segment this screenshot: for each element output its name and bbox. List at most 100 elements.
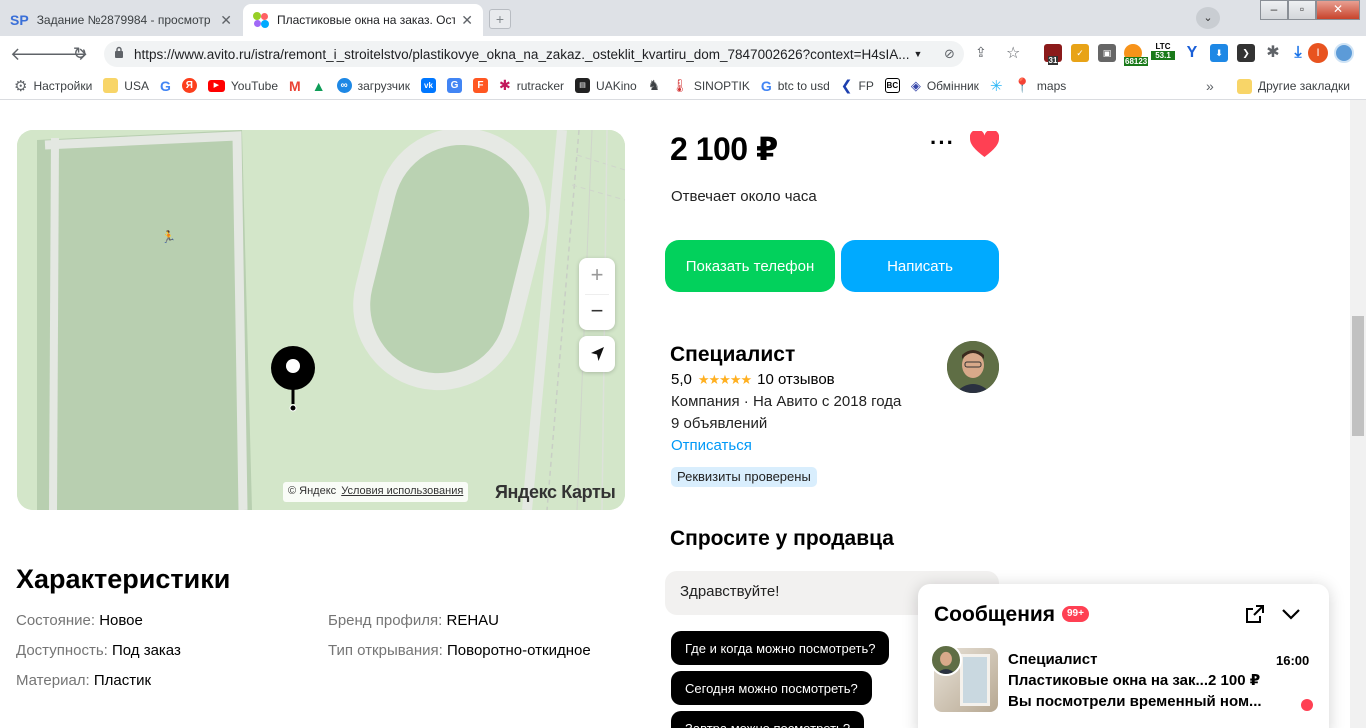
- seller-company: Компания · На Авито с 2018 года: [671, 393, 902, 410]
- show-phone-button[interactable]: Показать телефон: [665, 240, 835, 292]
- forward-icon[interactable]: 🡒: [40, 43, 88, 65]
- bookmark-horse[interactable]: ♞: [648, 77, 661, 94]
- unread-badge: 99+: [1062, 606, 1089, 622]
- rating-value: 5,0: [671, 371, 692, 388]
- chat-list-item[interactable]: Специалист 16:00 Пластиковые окна на зак…: [918, 644, 1329, 714]
- seller-name[interactable]: Специалист: [670, 343, 795, 367]
- bookmark-youtube[interactable]: ▶ YouTube: [207, 79, 278, 93]
- bookmark-drive[interactable]: ▲: [312, 78, 326, 94]
- minimize-button[interactable]: –: [1260, 0, 1288, 20]
- write-button[interactable]: Написать: [841, 240, 999, 292]
- btc-extension-icon[interactable]: 68123: [1124, 44, 1149, 66]
- bookmark-exchange[interactable]: ◈ Обмінник: [911, 78, 979, 94]
- tab-avito[interactable]: Пластиковые окна на заказ. Осте ✕: [243, 4, 483, 36]
- close-window-button[interactable]: ✕: [1316, 0, 1360, 20]
- chevron-down-icon[interactable]: [1281, 606, 1301, 622]
- ltc-extension-icon[interactable]: LTC 53.1: [1151, 42, 1175, 66]
- close-icon[interactable]: ✕: [220, 12, 232, 29]
- messages-title: Сообщения: [934, 603, 1056, 626]
- message-input-value: Здравствуйте!: [680, 583, 780, 600]
- bookmark-btc[interactable]: Gbtc to usd: [761, 78, 830, 94]
- rutracker-icon: ✱: [498, 77, 511, 93]
- unsubscribe-link[interactable]: Отписаться: [671, 437, 752, 454]
- spec-availability: Доступность: Под заказ: [16, 642, 181, 659]
- more-bookmarks-button[interactable]: »: [1206, 78, 1214, 94]
- extension-globe-icon[interactable]: [1334, 43, 1354, 63]
- v-extension-icon[interactable]: Y: [1183, 44, 1201, 62]
- scrollbar-thumb[interactable]: [1352, 316, 1364, 436]
- address-bar[interactable]: https://www.avito.ru/istra/remont_i_stro…: [104, 41, 964, 67]
- bc-icon: BC: [884, 78, 900, 93]
- horse-icon: ♞: [647, 77, 661, 93]
- geolocation-button[interactable]: [579, 336, 615, 372]
- gmail-icon: M: [289, 77, 301, 94]
- bookmark-star-icon[interactable]: ☆: [1006, 43, 1020, 63]
- tab-title: Пластиковые окна на заказ. Осте: [277, 13, 456, 27]
- bookmark-gmail[interactable]: M: [289, 78, 301, 94]
- tab-search-button[interactable]: ⌄: [1196, 7, 1220, 29]
- verified-badge: Реквизиты проверены: [671, 467, 817, 487]
- folder-icon: [103, 78, 119, 93]
- bookmark-fp[interactable]: ❮ FP: [841, 77, 874, 94]
- bookmark-rutracker[interactable]: ✱ rutracker: [499, 77, 564, 94]
- maximize-button[interactable]: ▫: [1288, 0, 1316, 20]
- puzzle-icon[interactable]: ✱: [1264, 44, 1282, 62]
- lock-icon: [115, 46, 123, 58]
- characteristics-title: Характеристики: [16, 564, 231, 594]
- bookmark-sinoptik[interactable]: 🌡 SINOPTIK: [671, 78, 750, 94]
- uakino-icon: ▤: [575, 78, 591, 93]
- bookmark-vk[interactable]: vk: [420, 78, 436, 93]
- bookmark-snowflake[interactable]: ✳: [990, 77, 1003, 95]
- close-icon[interactable]: ✕: [461, 12, 473, 29]
- background-tab-hint: [700, 8, 810, 30]
- bookmark-translate[interactable]: G: [446, 78, 462, 93]
- bookmark-usa[interactable]: USA: [103, 78, 149, 93]
- avatar[interactable]: [947, 341, 999, 393]
- chat-price: 2 100 ₽: [1208, 672, 1261, 689]
- yandex-icon: Я: [181, 78, 197, 93]
- bookmarks-bar: ⚙ Настройки USA G Я ▶ YouTube M ▲ ∞ загрузч…: [0, 72, 1366, 100]
- bookmark-loader[interactable]: ∞ загрузчик: [336, 78, 410, 93]
- zoom-in-button[interactable]: +: [579, 258, 615, 294]
- omnibox-dropdown-icon[interactable]: ▼: [914, 49, 923, 59]
- heart-icon[interactable]: [970, 131, 999, 158]
- page-content: 🏃 + − © Яндекс Условия использования Янд…: [0, 100, 1350, 728]
- thermometer-icon: 🌡: [671, 77, 688, 93]
- shield-extension-icon[interactable]: ✓: [1071, 44, 1089, 62]
- profile-avatar[interactable]: I: [1308, 43, 1328, 63]
- spec-material: Материал: Пластик: [16, 672, 152, 689]
- tab-zadanie[interactable]: SP Задание №2879984 - просмотр з ✕: [0, 4, 242, 36]
- new-tab-button[interactable]: +: [489, 9, 511, 29]
- bookmark-maps[interactable]: 📍 maps: [1013, 77, 1066, 94]
- bookmark-bc[interactable]: BC: [884, 78, 900, 93]
- open-external-icon[interactable]: [1245, 604, 1265, 624]
- reload-icon[interactable]: ↻: [68, 43, 92, 65]
- calendar-extension-icon[interactable]: 31: [1044, 44, 1062, 65]
- downloads-icon[interactable]: ⤓: [1289, 44, 1307, 62]
- bookmark-uakino[interactable]: ▤ UAKino: [575, 78, 637, 93]
- map-terms-link[interactable]: Условия использования: [341, 485, 463, 497]
- seller-rating-row[interactable]: 5,0 ★★★★★ 10 отзывов: [671, 371, 835, 388]
- quick-question-chip[interactable]: Сегодня можно посмотреть?: [671, 671, 872, 705]
- bookmark-google[interactable]: G: [160, 78, 171, 94]
- bookmark-settings[interactable]: ⚙ Настройки: [14, 77, 92, 95]
- avito-icon: [253, 12, 269, 28]
- bookmark-f[interactable]: F: [472, 78, 488, 93]
- more-options-icon[interactable]: ···: [930, 130, 955, 156]
- quick-question-chip[interactable]: Где и когда можно посмотреть?: [671, 631, 890, 665]
- yandex-maps-logo[interactable]: Яндекс Карты: [495, 482, 616, 503]
- arrow-extension-icon[interactable]: ❯: [1237, 44, 1255, 62]
- yandex-map[interactable]: 🏃 + − © Яндекс Условия использования Янд…: [17, 130, 625, 510]
- other-bookmarks[interactable]: Другие закладки: [1237, 79, 1350, 94]
- quick-question-chip[interactable]: Завтра можно посмотреть?: [671, 711, 865, 728]
- zoom-out-button[interactable]: −: [579, 295, 615, 330]
- seller-ads-count[interactable]: 9 объявлений: [671, 415, 767, 432]
- bookmark-yandex[interactable]: Я: [181, 78, 197, 93]
- translate-icon: G: [446, 78, 462, 93]
- briefcase-extension-icon[interactable]: ▣: [1098, 44, 1116, 62]
- download-extension-icon[interactable]: ⬇: [1210, 44, 1228, 62]
- share-icon[interactable]: ⇪: [975, 44, 987, 61]
- back-icon[interactable]: 🡐: [10, 43, 58, 65]
- blocked-icon[interactable]: ⊘: [944, 46, 955, 62]
- response-time: Отвечает около часа: [671, 188, 817, 205]
